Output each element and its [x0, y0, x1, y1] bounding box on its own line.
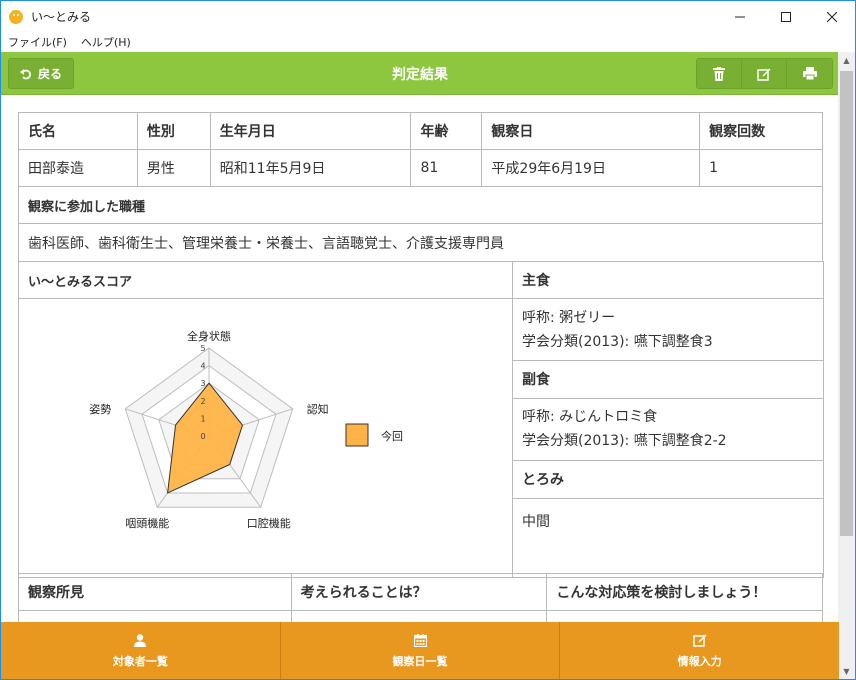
header-observation-date: 観察日 [481, 112, 701, 150]
header-age: 年齢 [410, 112, 483, 150]
value-sex: 男性 [136, 149, 211, 187]
side-cell: 呼称: みじんトロミ食 学会分類(2013): 嚥下調整食2-2 [512, 397, 824, 461]
staple-heading: 主食 [512, 261, 824, 299]
score-meal-table: い〜とみるスコア 主食 0 1 2 3 4 5 全身状態認知口腔機能 咽頭機能 姿勢今回 呼称:… [18, 261, 824, 579]
radar-tick-label: 1 [200, 414, 205, 423]
menu-help[interactable]: ヘルプ(H) [74, 34, 138, 50]
side-name: 呼称: みじんトロミ食 [522, 409, 658, 426]
side-heading: 副食 [512, 360, 824, 399]
user-icon [134, 633, 147, 647]
findings-cell-2 [290, 610, 548, 622]
radar-tick-label: 2 [200, 397, 205, 406]
nav-dates-label: 観察日一覧 [392, 654, 448, 668]
minimize-button[interactable] [717, 1, 763, 32]
close-icon [827, 11, 837, 22]
occupations-heading: 観察に参加した職種 [18, 186, 823, 224]
radar-tick-label: 4 [200, 362, 205, 371]
back-button-label: 戻る [37, 67, 62, 81]
value-observation-count: 1 [699, 149, 823, 187]
header-actions [696, 58, 833, 89]
findings-col-measures: こんな対応策を検討しましょう！ [546, 573, 823, 611]
radar-tick-label: 0 [200, 432, 205, 441]
thick-heading: とろみ [512, 459, 824, 499]
edit-button[interactable] [742, 59, 787, 88]
header-observation-count: 観察回数 [699, 112, 823, 150]
occupations-value: 歯科医師、歯科衛生士、管理栄養士・栄養士、言語聴覚士、介護支援専門員 [18, 223, 823, 262]
minimize-icon [735, 16, 745, 17]
radar-category-label: 口腔機能 [247, 516, 291, 530]
nav-input-label: 情報入力 [677, 655, 722, 668]
findings-col-considerations: 考えられることは？ [290, 573, 548, 611]
radar-category-label: 認知 [307, 402, 329, 416]
back-button[interactable]: 戻る [8, 58, 74, 89]
staple-class: 学会分類(2013): 嚥下調整食3 [522, 333, 713, 350]
window-title: い〜とみる [31, 10, 92, 24]
score-chart-cell: 0 1 2 3 4 5 全身状態認知口腔機能 咽頭機能 姿勢今回 [18, 298, 513, 578]
scroll-thumb[interactable] [840, 71, 853, 536]
side-class: 学会分類(2013): 嚥下調整食2-2 [522, 433, 727, 450]
staple-cell: 呼称: 粥ゼリー 学会分類(2013): 嚥下調整食3 [512, 297, 824, 362]
scroll-up-arrow-icon[interactable]: ▲ [838, 52, 855, 69]
trash-icon [713, 66, 725, 81]
app-window: い〜とみる ファイル(F) ヘルプ(H) 戻る 判定結果 氏名 性別 生年月日 … [0, 0, 856, 680]
printer-icon [802, 67, 817, 80]
header-sex: 性別 [136, 112, 211, 150]
patient-info-table: 氏名 性別 生年月日 年齢 観察日 観察回数 田部泰造 男性 昭和11年5月9日… [18, 112, 823, 262]
nav-dates-button[interactable]: 観察日一覧 [281, 622, 561, 679]
close-button[interactable] [809, 1, 855, 32]
main-content: 氏名 性別 生年月日 年齢 観察日 観察回数 田部泰造 男性 昭和11年5月9日… [1, 96, 839, 622]
title-bar: い〜とみる [1, 1, 855, 32]
undo-icon [19, 68, 31, 79]
edit-icon [757, 68, 771, 81]
window-controls [717, 1, 855, 32]
header-name: 氏名 [18, 112, 138, 150]
findings-table: 観察所見 考えられることは？ こんな対応策を検討しましょう！ [18, 573, 823, 622]
page-header: 戻る 判定結果 [1, 52, 839, 95]
radar-tick-label: 3 [200, 379, 205, 388]
print-button[interactable] [787, 59, 832, 88]
value-name: 田部泰造 [18, 149, 138, 187]
vertical-scrollbar[interactable]: ▲ ▼ [838, 52, 855, 679]
findings-col-observations: 観察所見 [18, 573, 292, 611]
bottom-nav: 対象者一覧 観察日一覧 情報入力 [1, 622, 839, 679]
radar-chart: 0 1 2 3 4 5全身状態認知口腔機能 咽頭機能 姿勢今回 [89, 329, 403, 530]
value-observation-date: 平成29年6月19日 [481, 149, 701, 187]
staple-name: 呼称: 粥ゼリー [522, 309, 616, 326]
legend-label: 今回 [381, 429, 403, 443]
thick-value: 中間 [512, 497, 824, 579]
scroll-down-arrow-icon[interactable]: ▼ [838, 663, 855, 679]
radar-category-label: 咽頭機能 [125, 516, 169, 530]
radar-tick-label: 5 [200, 344, 205, 353]
menu-bar: ファイル(F) ヘルプ(H) [1, 32, 855, 52]
findings-cell-1 [18, 610, 292, 622]
nav-subjects-label: 対象者一覧 [112, 654, 168, 668]
header-birthdate: 生年月日 [209, 112, 412, 150]
menu-file[interactable]: ファイル(F) [1, 34, 74, 50]
nav-subjects-button[interactable]: 対象者一覧 [1, 622, 281, 679]
delete-button[interactable] [697, 59, 742, 88]
maximize-button[interactable] [763, 1, 809, 32]
smiley-icon [9, 9, 23, 24]
value-birthdate: 昭和11年5月9日 [209, 149, 412, 187]
edit-icon [692, 634, 707, 647]
calendar-icon [413, 633, 427, 647]
radar-category-label: 全身状態 [187, 329, 231, 343]
maximize-icon [781, 11, 791, 22]
findings-cell-3 [546, 610, 823, 622]
nav-input-button[interactable]: 情報入力 [560, 622, 839, 679]
legend-swatch [345, 423, 369, 447]
radar-category-label: 姿勢 [89, 402, 111, 416]
score-heading: い〜とみるスコア [18, 261, 513, 299]
value-age: 81 [410, 149, 483, 187]
